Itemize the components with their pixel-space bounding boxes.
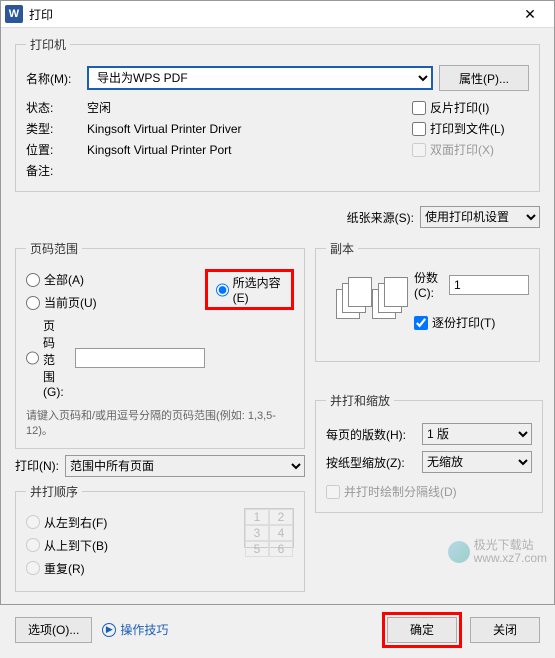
collate-checkbox[interactable] [414, 316, 428, 330]
print-what-label: 打印(N): [15, 457, 59, 474]
range-current-radio[interactable] [26, 296, 40, 310]
duplex-label: 双面打印(X) [430, 141, 494, 158]
scale-to-paper-select[interactable]: 无缩放 [422, 451, 532, 473]
range-pages-radio[interactable] [26, 351, 39, 365]
tips-label: 操作技巧 [120, 621, 168, 638]
where-label: 位置: [26, 141, 81, 158]
titlebar: W 打印 ✕ [1, 1, 554, 28]
to-file-checkbox[interactable] [412, 122, 426, 136]
copies-legend: 副本 [326, 240, 358, 257]
properties-button[interactable]: 属性(P)... [439, 65, 529, 91]
collate-icon [326, 275, 406, 325]
range-current-label: 当前页(U) [44, 294, 97, 311]
ok-button[interactable]: 确定 [387, 617, 457, 643]
type-label: 类型: [26, 120, 81, 137]
to-file-label: 打印到文件(L) [430, 120, 505, 137]
pages-per-sheet-label: 每页的版数(H): [326, 426, 416, 443]
range-all-radio[interactable] [26, 273, 40, 287]
close-button[interactable]: ✕ [510, 1, 550, 27]
window-title: 打印 [29, 6, 510, 23]
separator-label: 并打时绘制分隔线(D) [344, 483, 457, 500]
order-group: 并打顺序 从左到右(F) 从上到下(B) 重复(R) 123456 [15, 483, 305, 592]
order-lr-label: 从左到右(F) [44, 514, 107, 531]
app-icon: W [5, 5, 23, 23]
order-repeat-radio [26, 561, 40, 575]
copies-label: 份数(C): [414, 269, 443, 300]
copies-group: 副本 份数(C): 逐份打印(T) [315, 240, 540, 362]
reverse-checkbox[interactable] [412, 101, 426, 115]
ok-highlight: 确定 [382, 612, 462, 648]
range-selection-label: 所选内容(E) [233, 274, 283, 305]
type-value: Kingsoft Virtual Printer Driver [87, 122, 242, 136]
range-selection-highlight: 所选内容(E) [205, 269, 294, 310]
order-legend: 并打顺序 [26, 483, 82, 500]
range-legend: 页码范围 [26, 240, 82, 257]
duplex-checkbox [412, 143, 426, 157]
print-what-select[interactable]: 范围中所有页面 [65, 455, 305, 477]
printer-name-select[interactable]: 导出为WPS PDF [87, 66, 433, 90]
collate-label: 逐份打印(T) [432, 314, 495, 331]
order-diagram: 123456 [244, 508, 294, 548]
separator-checkbox [326, 485, 340, 499]
copies-input[interactable] [449, 275, 529, 295]
tips-link[interactable]: ▶ 操作技巧 [102, 621, 168, 638]
footer: 选项(O)... ▶ 操作技巧 确定 关闭 [1, 606, 554, 658]
pages-per-sheet-select[interactable]: 1 版 [422, 423, 532, 445]
scale-group: 并打和缩放 每页的版数(H): 1 版 按纸型缩放(Z): 无缩放 并打时绘制分隔线… [315, 392, 543, 513]
range-all-label: 全部(A) [44, 271, 84, 288]
printer-name-label: 名称(M): [26, 70, 81, 87]
close-footer-button[interactable]: 关闭 [470, 617, 540, 643]
printer-group: 打印机 名称(M): 导出为WPS PDF 属性(P)... 状态: 空闲 类型:… [15, 36, 540, 192]
range-group: 页码范围 全部(A) 当前页(U) 页码范围(G): 所选内容(E) [15, 240, 305, 449]
reverse-label: 反片打印(I) [430, 99, 489, 116]
scale-legend: 并打和缩放 [326, 392, 394, 409]
status-label: 状态: [26, 99, 81, 116]
print-dialog: W 打印 ✕ 打印机 名称(M): 导出为WPS PDF 属性(P)... 状态… [0, 0, 555, 605]
range-pages-input[interactable] [75, 348, 205, 368]
order-lr-radio [26, 515, 40, 529]
status-value: 空闲 [87, 99, 111, 116]
order-tb-radio [26, 538, 40, 552]
dialog-content: 打印机 名称(M): 导出为WPS PDF 属性(P)... 状态: 空闲 类型:… [1, 28, 554, 606]
range-pages-label: 页码范围(G): [43, 317, 65, 399]
printer-legend: 打印机 [26, 36, 70, 53]
comment-label: 备注: [26, 162, 81, 179]
paper-source-label: 纸张来源(S): [347, 209, 414, 226]
range-selection-radio[interactable] [216, 283, 229, 297]
order-tb-label: 从上到下(B) [44, 537, 108, 554]
play-icon: ▶ [102, 623, 116, 637]
options-button[interactable]: 选项(O)... [15, 617, 92, 643]
order-repeat-label: 重复(R) [44, 560, 85, 577]
paper-source-select[interactable]: 使用打印机设置 [420, 206, 540, 228]
where-value: Kingsoft Virtual Printer Port [87, 143, 232, 157]
scale-to-paper-label: 按纸型缩放(Z): [326, 454, 416, 471]
range-hint: 请键入页码和/或用逗号分隔的页码范围(例如: 1,3,5-12)。 [26, 409, 294, 440]
